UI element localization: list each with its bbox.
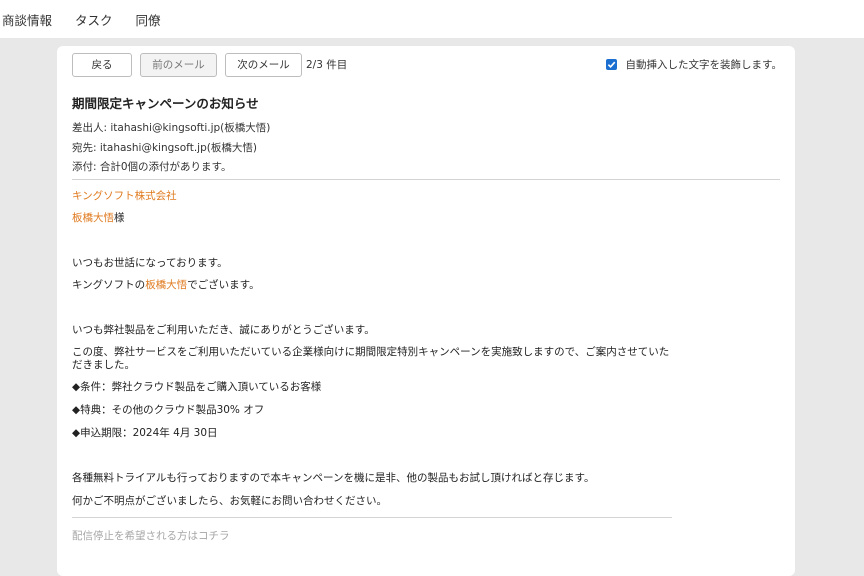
top-navigation: 商談情報 タスク 同僚 xyxy=(0,0,864,38)
contact-line: 何かご不明点がございましたら、お気軽にお問い合わせください。 xyxy=(72,495,387,507)
thanks-line: いつも弊社製品をご利用いただき、誠にありがとうございます。 xyxy=(72,324,375,336)
greeting: いつもお世話になっております。 xyxy=(72,257,228,269)
benefit-line: ◆特典：その他のクラウド製品30% オフ xyxy=(72,404,265,416)
next-mail-button[interactable]: 次のメール xyxy=(225,52,302,77)
email-to: 宛先: itahashi@kingsoft.jp(板橋大悟) xyxy=(72,141,257,154)
email-header: 期間限定キャンペーンのお知らせ 差出人: itahashi@kingsofti.… xyxy=(72,93,270,178)
recipient-name: 板橋大悟 xyxy=(72,212,114,224)
deadline-line: ◆申込期限：2024年 4月 30日 xyxy=(72,427,218,439)
auto-decorate-label: 自動挿入した文字を装飾します。 xyxy=(625,59,782,71)
trial-line: 各種無料トライアルも行っておりますので本キャンペーンを機に是非、他の製品もお試し… xyxy=(72,472,595,484)
checkmark-icon xyxy=(607,61,615,69)
announce-paragraph: この度、弊社サービスをご利用いただいている企業様向けに期間限定特別キャンペーンを… xyxy=(72,346,670,371)
recipient-suffix: 様 xyxy=(114,212,125,224)
mail-counter: 2/3 件目 xyxy=(306,59,348,71)
auto-decorate-checkbox[interactable] xyxy=(605,59,617,70)
email-toolbar: 戻る 前のメール 次のメール 2/3 件目 自動挿入した文字を装飾します。 xyxy=(72,52,782,77)
recipient-line: 板橋大悟様 xyxy=(72,212,672,225)
intro-prefix: キングソフトの xyxy=(72,279,146,291)
email-attachments: 添付: 合計0個の添付があります。 xyxy=(72,161,232,173)
tab-tasks[interactable]: タスク xyxy=(75,10,113,29)
email-body: キングソフト株式会社 板橋大悟様 いつもお世話になっております。 キングソフトの… xyxy=(72,187,672,508)
unsubscribe-link[interactable]: 配信停止を希望される方はコチラ xyxy=(72,528,230,543)
sender-name: 板橋大悟 xyxy=(145,279,188,291)
company-name: キングソフト株式会社 xyxy=(72,190,177,202)
header-divider xyxy=(72,179,780,180)
back-button[interactable]: 戻る xyxy=(72,52,132,77)
intro-line: キングソフトの板橋大悟でございます。 xyxy=(72,279,672,292)
tab-colleagues[interactable]: 同僚 xyxy=(136,10,161,29)
auto-decorate-option: 自動挿入した文字を装飾します。 xyxy=(605,57,782,72)
email-from: 差出人: itahashi@kingsofti.jp(板橋大悟) xyxy=(72,122,271,134)
tab-deal-info[interactable]: 商談情報 xyxy=(2,10,52,29)
intro-suffix: でございます。 xyxy=(187,279,260,291)
email-card: 戻る 前のメール 次のメール 2/3 件目 自動挿入した文字を装飾します。 期間… xyxy=(57,46,795,576)
condition-line: ◆条件：弊社クラウド製品をご購入頂いているお客様 xyxy=(72,381,322,393)
previous-mail-button[interactable]: 前のメール xyxy=(140,52,217,77)
email-subject: 期間限定キャンペーンのお知らせ xyxy=(72,96,259,111)
footer-divider xyxy=(72,517,672,518)
